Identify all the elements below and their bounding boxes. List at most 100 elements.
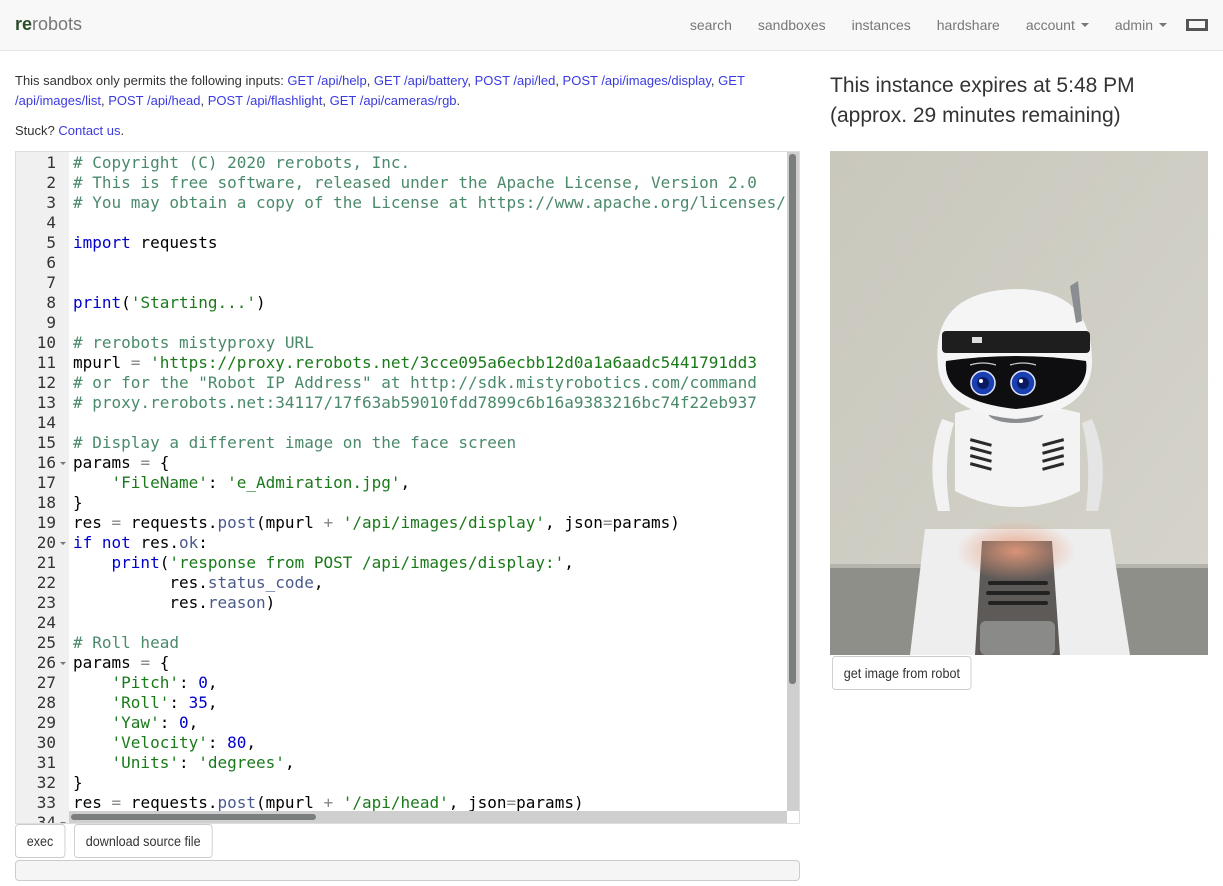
code-line[interactable]: # Roll head	[73, 633, 787, 653]
download-source-button[interactable]: download source file	[74, 824, 213, 858]
code-line[interactable]: 'Yaw': 0,	[73, 713, 787, 733]
code-line[interactable]: 'Units': 'degrees',	[73, 753, 787, 773]
code-line[interactable]	[73, 613, 787, 633]
line-number[interactable]: 34	[16, 813, 69, 823]
api-link[interactable]: POST /api/flashlight	[208, 93, 323, 108]
code-token: {	[150, 653, 170, 672]
line-number: 32	[36, 773, 56, 792]
code-line[interactable]: 'Pitch': 0,	[73, 673, 787, 693]
line-number: 17	[36, 473, 56, 492]
vertical-scroll-thumb[interactable]	[789, 154, 796, 684]
code-token: (	[121, 293, 131, 312]
brand-logo[interactable]: rerobots	[15, 13, 82, 35]
code-token: :	[178, 753, 199, 772]
code-line[interactable]: # proxy.rerobots.net:34117/17f63ab59010f…	[73, 393, 787, 413]
right-column: This instance expires at 5:48 PM (approx…	[830, 51, 1208, 690]
code-token: :	[198, 533, 208, 552]
code-line[interactable]: 'Roll': 35,	[73, 693, 787, 713]
expires-time: This instance expires at 5:48 PM	[830, 74, 1135, 97]
horizontal-scroll-thumb[interactable]	[71, 814, 316, 820]
exec-button[interactable]: exec	[15, 824, 66, 858]
code-line[interactable]	[73, 213, 787, 233]
stuck-message: Stuck? Contact us.	[15, 121, 800, 141]
code-token: {	[150, 453, 170, 472]
line-number[interactable]: 20	[16, 533, 69, 553]
get-image-button[interactable]: get image from robot	[832, 656, 972, 690]
nav-sandboxes[interactable]: sandboxes	[745, 0, 839, 50]
code-line[interactable]: res.status_code,	[73, 573, 787, 593]
code-token: params	[73, 653, 141, 672]
code-line[interactable]: mpurl = 'https://proxy.rerobots.net/3cce…	[73, 353, 787, 373]
nav-admin-dropdown[interactable]: admin	[1102, 0, 1180, 50]
code-line[interactable]: res.reason)	[73, 593, 787, 613]
minimize-window-icon[interactable]	[1186, 19, 1208, 31]
code-token: ,	[207, 693, 218, 712]
code-line[interactable]: # or for the "Robot IP Address" at http:…	[73, 373, 787, 393]
code-token: }	[73, 773, 83, 792]
line-number: 15	[36, 433, 56, 452]
code-line[interactable]: res = requests.post(mpurl + '/api/images…	[73, 513, 787, 533]
nav-hardshare[interactable]: hardshare	[924, 0, 1013, 50]
code-line[interactable]: # Copyright (C) 2020 rerobots, Inc.	[73, 153, 787, 173]
stuck-text: Stuck?	[15, 123, 59, 138]
code-token: 'FileName'	[111, 473, 208, 492]
code-line[interactable]: # Display a different image on the face …	[73, 433, 787, 453]
code-token: not	[101, 533, 131, 552]
code-line[interactable]: print('Starting...')	[73, 293, 787, 313]
code-token: if	[73, 533, 93, 552]
code-line[interactable]: }	[73, 493, 787, 513]
code-token: 'response from POST /api/images/display:…	[169, 553, 565, 572]
code-editor[interactable]: 1 2 3 4 5 6 7 8 9 10 11 12 13 14 15 16 17 18 19 20 21 22 23 24 2…	[15, 151, 800, 824]
code-token: post	[217, 513, 257, 532]
line-number[interactable]: 26	[16, 653, 69, 673]
line-number[interactable]: 16	[16, 453, 69, 473]
code-token: =	[140, 653, 151, 672]
api-link[interactable]: POST /api/led	[475, 73, 556, 88]
api-link[interactable]: GET /api/battery	[374, 73, 467, 88]
horizontal-scrollbar[interactable]	[69, 811, 787, 823]
code-line[interactable]	[73, 413, 787, 433]
api-link[interactable]: POST /api/images/display	[563, 73, 711, 88]
code-line[interactable]: if not res.ok:	[73, 533, 787, 553]
code-line[interactable]: # rerobots mistyproxy URL	[73, 333, 787, 353]
code-line[interactable]	[73, 253, 787, 273]
code-line[interactable]: res = requests.post(mpurl + '/api/head',…	[73, 793, 787, 811]
expires-remaining: (approx. 29 minutes remaining)	[830, 104, 1121, 127]
code-line[interactable]: }	[73, 773, 787, 793]
code-area[interactable]: # Copyright (C) 2020 rerobots, Inc. # Thi…	[69, 152, 787, 811]
code-line[interactable]: 'Velocity': 80,	[73, 733, 787, 753]
code-token: :	[207, 733, 228, 752]
code-token: print	[73, 293, 122, 312]
contact-us-link[interactable]: Contact us	[58, 123, 120, 138]
nav-search[interactable]: search	[677, 0, 745, 50]
line-number: 18	[36, 493, 56, 512]
code-line[interactable]	[73, 313, 787, 333]
vertical-scrollbar[interactable]	[787, 152, 799, 811]
nav-instances[interactable]: instances	[839, 0, 924, 50]
separator: ,	[467, 73, 475, 88]
code-token: mpurl	[73, 353, 131, 372]
code-token: post	[217, 793, 257, 811]
code-line[interactable]: # This is free software, released under …	[73, 173, 787, 193]
nav-account-dropdown[interactable]: account	[1013, 0, 1102, 50]
line-number: 2	[46, 173, 56, 192]
code-line[interactable]: params = {	[73, 653, 787, 673]
code-line[interactable]: params = {	[73, 453, 787, 473]
code-token: '/api/head'	[342, 793, 449, 811]
code-line[interactable]	[73, 273, 787, 293]
code-line[interactable]: 'FileName': 'e_Admiration.jpg',	[73, 473, 787, 493]
code-line[interactable]: import requests	[73, 233, 787, 253]
line-number: 9	[46, 313, 56, 332]
api-link[interactable]: GET /api/help	[287, 73, 366, 88]
api-link[interactable]: POST /api/head	[108, 93, 200, 108]
code-token: 'Starting...'	[130, 293, 257, 312]
api-link[interactable]: GET /api/cameras/rgb	[330, 93, 457, 108]
code-line[interactable]: print('response from POST /api/images/di…	[73, 553, 787, 573]
code-line[interactable]: # You may obtain a copy of the License a…	[73, 193, 787, 213]
line-number: 25	[36, 633, 56, 652]
code-token: )	[265, 593, 276, 612]
